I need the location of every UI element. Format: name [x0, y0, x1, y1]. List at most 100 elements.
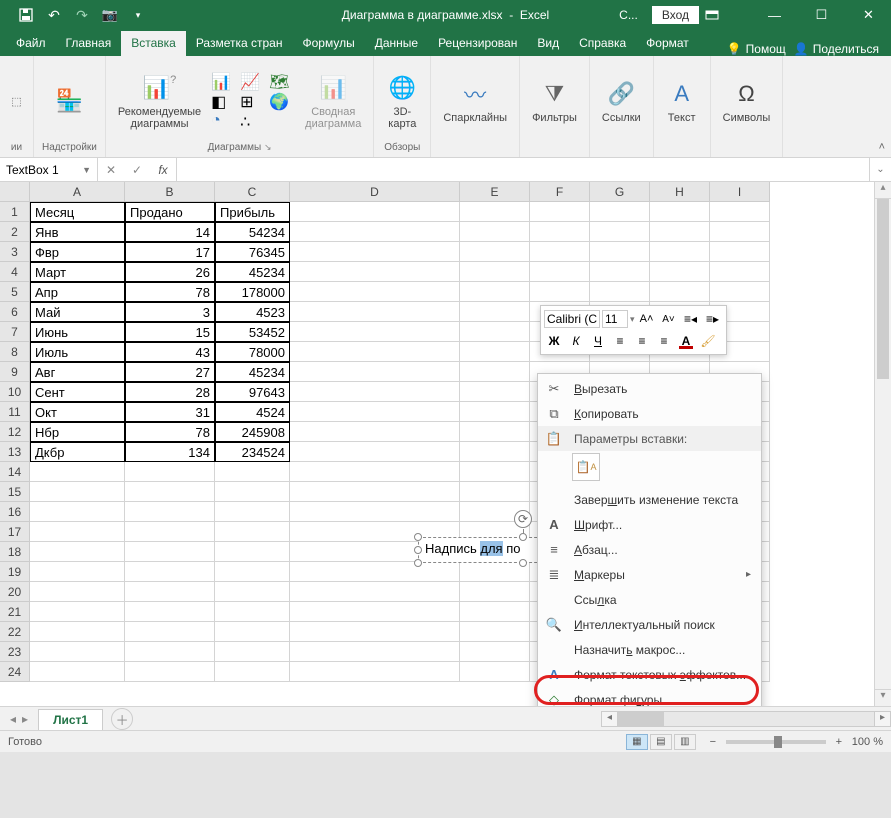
- cell[interactable]: [125, 542, 215, 562]
- cancel-formula-icon[interactable]: ✕: [98, 163, 124, 177]
- zoom-out-button[interactable]: −: [706, 736, 720, 748]
- menu-font[interactable]: АШрифт...: [538, 512, 761, 537]
- cell[interactable]: Сент: [30, 382, 125, 402]
- cell[interactable]: Дкбр: [30, 442, 125, 462]
- resize-handle[interactable]: [414, 559, 422, 567]
- column-header[interactable]: I: [710, 182, 770, 202]
- row-header[interactable]: 16: [0, 502, 30, 522]
- 3d-map-button[interactable]: 🌐3D- карта: [382, 70, 422, 132]
- cell[interactable]: [290, 202, 460, 222]
- cell[interactable]: [460, 342, 530, 362]
- cell[interactable]: [290, 342, 460, 362]
- filters-button[interactable]: ⧩Фильтры: [528, 76, 581, 126]
- cell[interactable]: 178000: [215, 282, 290, 302]
- menu-text-effects[interactable]: АФормат текстовых эффектов...: [538, 662, 761, 687]
- cell[interactable]: 3: [125, 302, 215, 322]
- cell[interactable]: [460, 322, 530, 342]
- row-header[interactable]: 15: [0, 482, 30, 502]
- column-header[interactable]: C: [215, 182, 290, 202]
- cell[interactable]: 45234: [215, 362, 290, 382]
- menu-assign-macro[interactable]: Назначить макрос...: [538, 637, 761, 662]
- cell[interactable]: 234524: [215, 442, 290, 462]
- cell[interactable]: Июль: [30, 342, 125, 362]
- tab-format[interactable]: Формат: [636, 31, 699, 56]
- cell[interactable]: [710, 242, 770, 262]
- sheet-nav-next-icon[interactable]: ▸: [22, 712, 28, 726]
- cell[interactable]: [290, 422, 460, 442]
- row-header[interactable]: 18: [0, 542, 30, 562]
- cell[interactable]: [460, 642, 530, 662]
- ribbon-display-button[interactable]: [705, 0, 750, 30]
- formula-input[interactable]: [177, 158, 869, 181]
- row-header[interactable]: 20: [0, 582, 30, 602]
- row-header[interactable]: 1: [0, 202, 30, 222]
- cell[interactable]: 4524: [215, 402, 290, 422]
- shrink-font-icon[interactable]: A˅: [659, 309, 679, 329]
- cell[interactable]: [290, 302, 460, 322]
- menu-paragraph[interactable]: ≡Абзац...: [538, 537, 761, 562]
- tab-view[interactable]: Вид: [527, 31, 569, 56]
- cell[interactable]: [710, 222, 770, 242]
- camera-icon[interactable]: 📷: [102, 7, 118, 23]
- cell[interactable]: [460, 442, 530, 462]
- tab-review[interactable]: Рецензирован: [428, 31, 527, 56]
- cell[interactable]: [460, 302, 530, 322]
- cell[interactable]: 31: [125, 402, 215, 422]
- underline-icon[interactable]: Ч: [588, 331, 608, 351]
- cell[interactable]: [460, 382, 530, 402]
- pivot-chart-button[interactable]: 📊Сводная диаграмма: [301, 70, 365, 132]
- paste-option-button[interactable]: 📋А: [572, 453, 600, 481]
- cell[interactable]: 53452: [215, 322, 290, 342]
- minimize-button[interactable]: —: [752, 0, 797, 30]
- row-header[interactable]: 2: [0, 222, 30, 242]
- cell[interactable]: [125, 562, 215, 582]
- cell[interactable]: [460, 602, 530, 622]
- chart-line-icon[interactable]: 📈: [240, 72, 266, 90]
- redo-icon[interactable]: ↷: [74, 7, 90, 23]
- cell[interactable]: 245908: [215, 422, 290, 442]
- row-header[interactable]: 7: [0, 322, 30, 342]
- cell[interactable]: [290, 262, 460, 282]
- row-header[interactable]: 17: [0, 522, 30, 542]
- cell[interactable]: [290, 582, 460, 602]
- font-color-icon[interactable]: А: [676, 331, 696, 351]
- cell[interactable]: [290, 662, 460, 682]
- cell[interactable]: [215, 562, 290, 582]
- cell[interactable]: Март: [30, 262, 125, 282]
- name-box[interactable]: TextBox 1▼: [0, 158, 98, 181]
- cell[interactable]: [215, 602, 290, 622]
- column-header[interactable]: A: [30, 182, 125, 202]
- cell[interactable]: [215, 662, 290, 682]
- row-header[interactable]: 23: [0, 642, 30, 662]
- chart-statistic-icon[interactable]: ⊞: [240, 92, 266, 110]
- cell[interactable]: Продано: [125, 202, 215, 222]
- cell[interactable]: [460, 422, 530, 442]
- align-center-icon[interactable]: ≡: [632, 331, 652, 351]
- zoom-level[interactable]: 100 %: [852, 736, 883, 748]
- cell[interactable]: [460, 282, 530, 302]
- column-header[interactable]: F: [530, 182, 590, 202]
- menu-bullets[interactable]: ≣Маркеры▸: [538, 562, 761, 587]
- cell[interactable]: Июнь: [30, 322, 125, 342]
- cell[interactable]: [460, 662, 530, 682]
- cell[interactable]: 28: [125, 382, 215, 402]
- cell[interactable]: [125, 622, 215, 642]
- resize-handle[interactable]: [414, 533, 422, 541]
- cell[interactable]: [290, 642, 460, 662]
- row-header[interactable]: 12: [0, 422, 30, 442]
- rotate-handle-icon[interactable]: ⟳: [514, 510, 532, 528]
- maximize-button[interactable]: ☐: [799, 0, 844, 30]
- undo-icon[interactable]: ↶: [46, 7, 62, 23]
- share-button[interactable]: 👤 Поделиться: [794, 42, 879, 56]
- cell[interactable]: 4523: [215, 302, 290, 322]
- horizontal-scrollbar[interactable]: ◂▸: [601, 711, 891, 727]
- cell[interactable]: [30, 602, 125, 622]
- cell[interactable]: [30, 462, 125, 482]
- sparklines-button[interactable]: 〰Спарклайны: [439, 76, 511, 126]
- cell[interactable]: [290, 362, 460, 382]
- column-header[interactable]: B: [125, 182, 215, 202]
- cell[interactable]: 14: [125, 222, 215, 242]
- links-button[interactable]: 🔗Ссылки: [598, 76, 645, 126]
- cell[interactable]: 134: [125, 442, 215, 462]
- cell[interactable]: [710, 262, 770, 282]
